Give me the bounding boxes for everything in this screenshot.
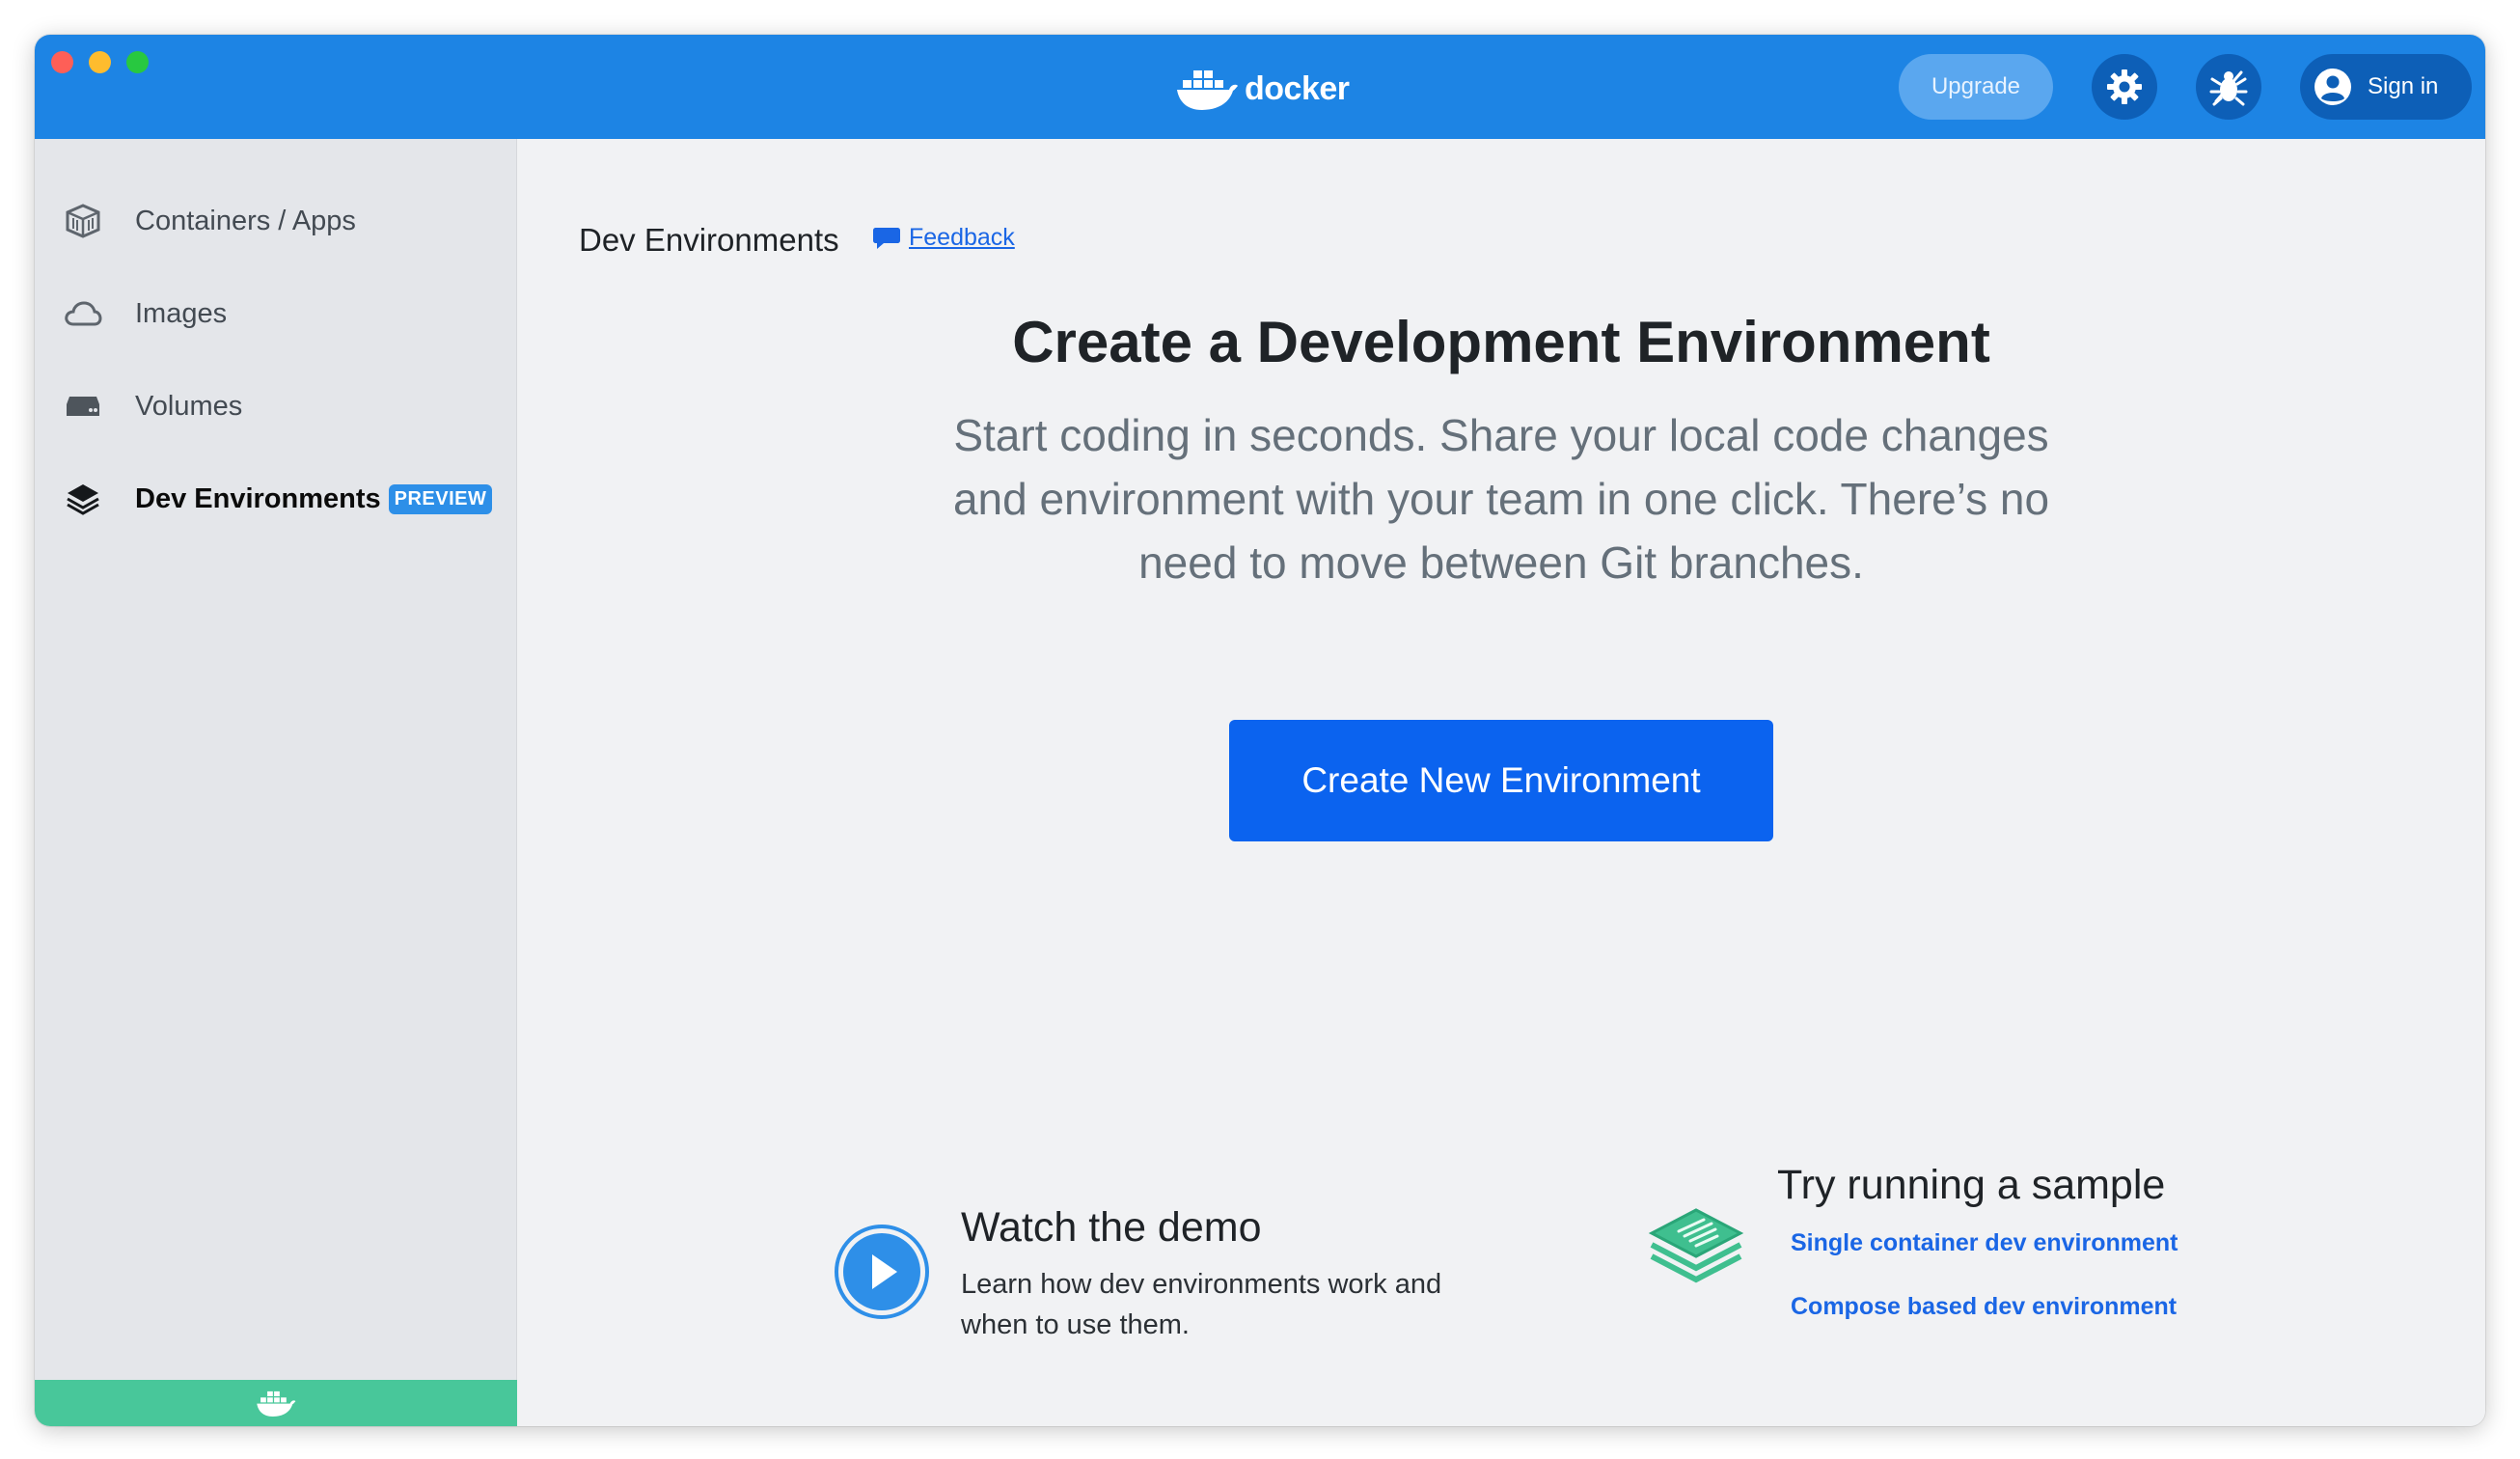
- sign-in-label: Sign in: [2368, 73, 2439, 99]
- sidebar: Containers / Apps Images Volumes Dev Env…: [35, 139, 517, 1426]
- main-heading: Create a Development Environment: [1012, 310, 1990, 374]
- cloud-icon: [64, 294, 102, 333]
- sidebar-item-volumes[interactable]: Volumes: [64, 382, 242, 430]
- upgrade-button[interactable]: Upgrade: [1899, 54, 2053, 120]
- gear-icon: [2107, 69, 2142, 104]
- preview-badge: PREVIEW: [388, 483, 493, 514]
- sample-stack-icon: [1646, 1204, 1746, 1298]
- sidebar-item-label: Containers / Apps: [135, 205, 356, 236]
- single-container-sample-link[interactable]: Single container dev environment: [1791, 1229, 2178, 1257]
- demo-title: Watch the demo: [961, 1204, 1262, 1251]
- whale-icon: [257, 1390, 296, 1417]
- close-window-button[interactable]: [51, 51, 73, 73]
- compose-sample-link[interactable]: Compose based dev environment: [1791, 1293, 2177, 1321]
- sidebar-item-dev-environments[interactable]: Dev Environments PREVIEW: [64, 475, 493, 523]
- settings-button[interactable]: [2092, 54, 2157, 120]
- user-avatar-icon: [2315, 69, 2351, 105]
- main-content: Dev Environments Feedback Create a Devel…: [517, 139, 2485, 1426]
- maximize-window-button[interactable]: [126, 51, 149, 73]
- titlebar: docker Upgrade Sign in: [35, 35, 2485, 139]
- volume-icon: [64, 387, 102, 426]
- create-new-environment-button[interactable]: Create New Environment: [1229, 720, 1773, 841]
- sidebar-item-containers[interactable]: Containers / Apps: [64, 197, 356, 245]
- dev-env-icon: [64, 480, 102, 518]
- feedback-link[interactable]: Feedback: [872, 224, 1015, 252]
- sample-title: Try running a sample: [1777, 1162, 2166, 1208]
- docker-logo: docker: [1175, 64, 1350, 114]
- play-icon: [835, 1225, 929, 1319]
- feedback-label: Feedback: [909, 224, 1015, 251]
- speech-bubble-icon: [873, 227, 900, 249]
- sidebar-item-label: Volumes: [135, 390, 243, 422]
- sidebar-item-label: Images: [135, 297, 228, 329]
- watch-demo-play-button[interactable]: [834, 1224, 930, 1325]
- sidebar-item-label: Dev Environments: [135, 482, 381, 514]
- sidebar-item-images[interactable]: Images: [64, 289, 227, 338]
- containers-icon: [64, 202, 102, 240]
- app-window: docker Upgrade Sign in Containers / Apps…: [35, 35, 2485, 1426]
- sign-in-button[interactable]: Sign in: [2300, 54, 2472, 120]
- bug-icon: [2209, 70, 2248, 106]
- minimize-window-button[interactable]: [89, 51, 111, 73]
- logo-text: docker: [1245, 69, 1350, 107]
- demo-description: Learn how dev environments work and when…: [961, 1269, 1442, 1340]
- main-subtitle: Start coding in seconds. Share your loca…: [952, 410, 2050, 588]
- whale-icon: [1177, 70, 1238, 110]
- troubleshoot-button[interactable]: [2196, 54, 2261, 120]
- page-title: Dev Environments: [579, 222, 839, 258]
- sidebar-footer-status[interactable]: [35, 1380, 517, 1426]
